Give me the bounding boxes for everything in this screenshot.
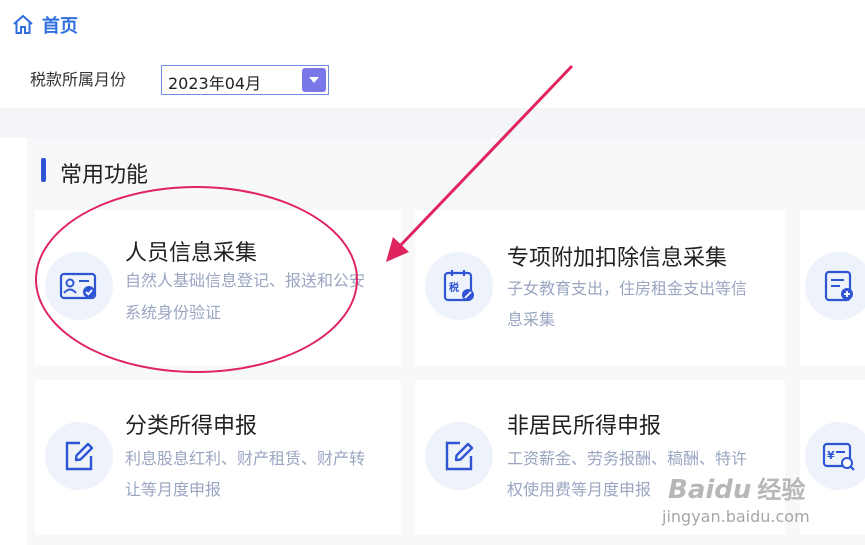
annotation-arrow [386, 64, 574, 262]
watermark-url: jingyan.baidu.com [662, 507, 810, 526]
watermark-logo: Baidu 经验 [668, 475, 806, 505]
